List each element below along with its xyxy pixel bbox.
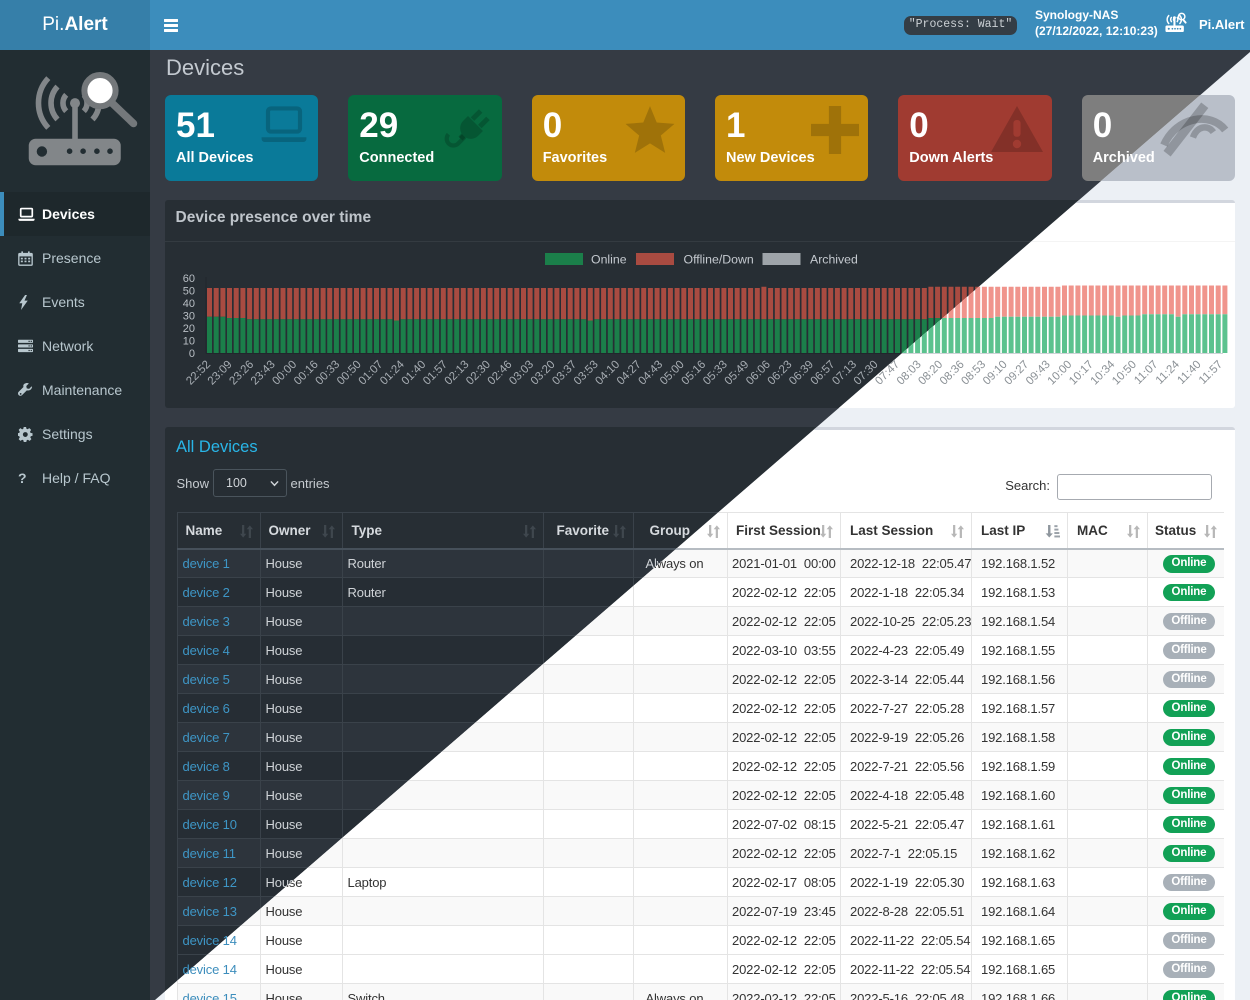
svg-text:40: 40: [183, 298, 195, 310]
svg-text:11:24: 11:24: [1154, 358, 1183, 387]
svg-text:Online: Online: [591, 253, 627, 267]
svg-text:11:40: 11:40: [1175, 359, 1203, 387]
svg-text:60: 60: [183, 273, 195, 285]
svg-text:Offline/Down: Offline/Down: [684, 253, 754, 267]
svg-text:10:50: 10:50: [1110, 359, 1139, 388]
svg-text:20: 20: [183, 323, 195, 335]
svg-text:11:57: 11:57: [1197, 359, 1225, 387]
svg-text:11:07: 11:07: [1132, 359, 1160, 387]
svg-text:0: 0: [189, 348, 195, 360]
svg-text:50: 50: [183, 285, 195, 297]
svg-text:10: 10: [183, 335, 195, 347]
svg-text:Archived: Archived: [810, 253, 858, 267]
svg-text:30: 30: [183, 310, 195, 322]
